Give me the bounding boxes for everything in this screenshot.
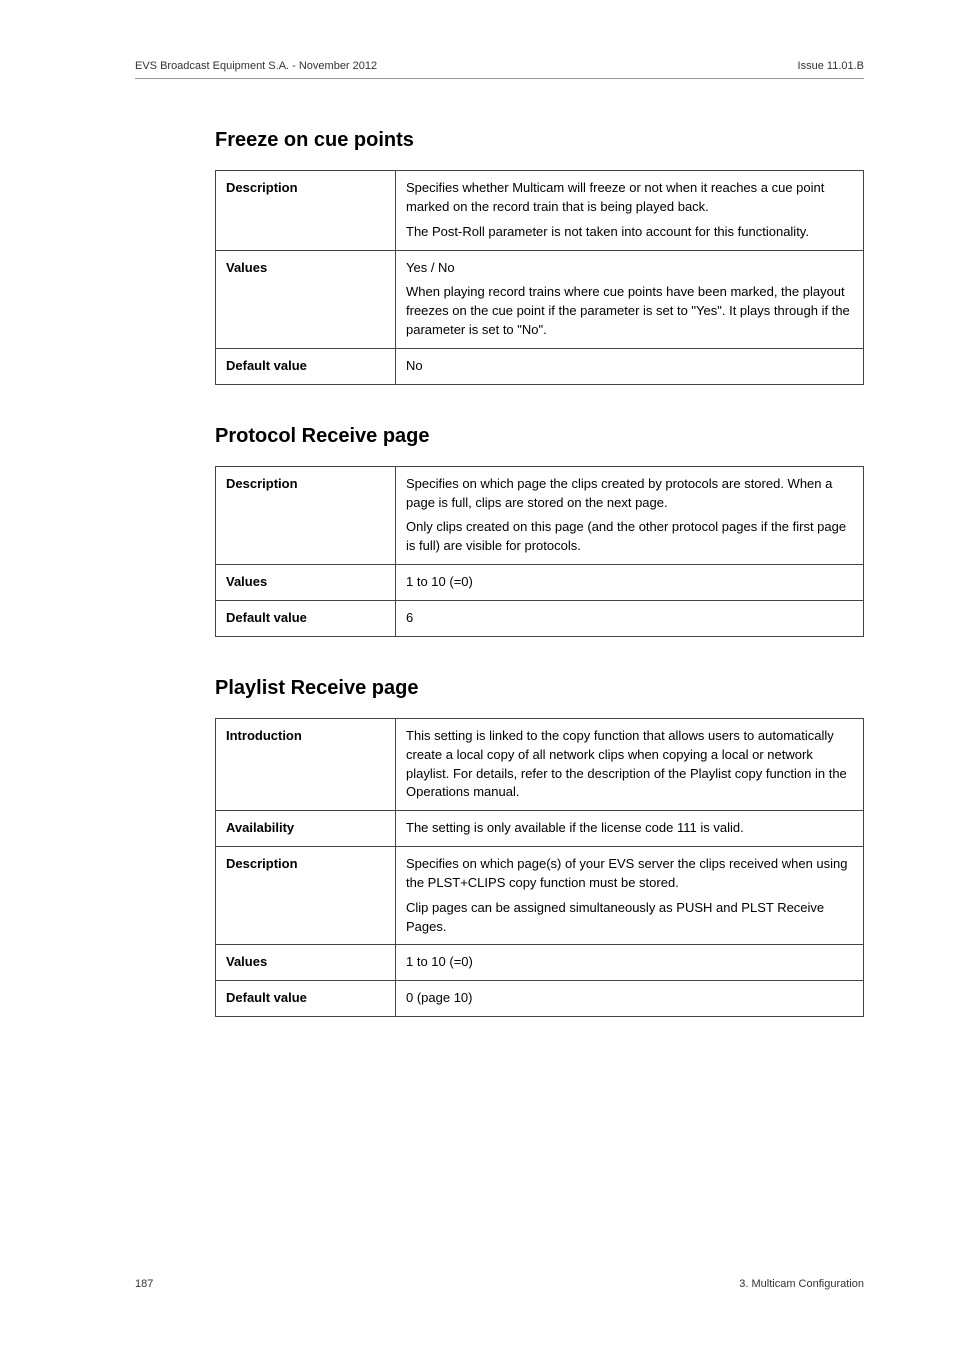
cell-value: Yes / No When playing record trains wher… — [396, 250, 864, 348]
footer-left-page-number: 187 — [135, 1278, 153, 1290]
cell-para: 6 — [406, 609, 853, 628]
param-table-playlist: Introduction This setting is linked to t… — [215, 718, 864, 1017]
param-table-protocol: Description Specifies on which page the … — [215, 466, 864, 637]
cell-key: Default value — [216, 981, 396, 1017]
table-row: Values 1 to 10 (=0) — [216, 945, 864, 981]
table-row: Values Yes / No When playing record trai… — [216, 250, 864, 348]
cell-value: 0 (page 10) — [396, 981, 864, 1017]
cell-para: This setting is linked to the copy funct… — [406, 727, 853, 802]
table-row: Default value 0 (page 10) — [216, 981, 864, 1017]
table-row: Values 1 to 10 (=0) — [216, 565, 864, 601]
table-row: Default value 6 — [216, 600, 864, 636]
table-row: Description Specifies on which page the … — [216, 466, 864, 564]
header-left: EVS Broadcast Equipment S.A. - November … — [135, 60, 377, 72]
cell-key: Introduction — [216, 718, 396, 810]
page-header: EVS Broadcast Equipment S.A. - November … — [135, 60, 864, 79]
cell-value: This setting is linked to the copy funct… — [396, 718, 864, 810]
page-footer: 187 3. Multicam Configuration — [135, 1278, 864, 1290]
cell-value: Specifies whether Multicam will freeze o… — [396, 171, 864, 251]
table-row: Default value No — [216, 348, 864, 384]
cell-value: Specifies on which page the clips create… — [396, 466, 864, 564]
cell-value: 1 to 10 (=0) — [396, 565, 864, 601]
cell-para: No — [406, 357, 853, 376]
cell-key: Description — [216, 171, 396, 251]
cell-key: Values — [216, 945, 396, 981]
cell-key: Description — [216, 466, 396, 564]
param-table-freeze: Description Specifies whether Multicam w… — [215, 170, 864, 385]
section-heading-playlist: Playlist Receive page — [215, 677, 864, 700]
cell-value: 6 — [396, 600, 864, 636]
table-row: Introduction This setting is linked to t… — [216, 718, 864, 810]
cell-key: Description — [216, 847, 396, 945]
cell-key: Availability — [216, 811, 396, 847]
cell-key: Default value — [216, 348, 396, 384]
cell-para: When playing record trains where cue poi… — [406, 283, 853, 340]
cell-para: Specifies on which page the clips create… — [406, 475, 853, 513]
cell-para: Yes / No — [406, 259, 853, 278]
cell-value: 1 to 10 (=0) — [396, 945, 864, 981]
section-heading-protocol: Protocol Receive page — [215, 425, 864, 448]
cell-value: Specifies on which page(s) of your EVS s… — [396, 847, 864, 945]
cell-para: Specifies whether Multicam will freeze o… — [406, 179, 853, 217]
section-heading-freeze: Freeze on cue points — [215, 129, 864, 152]
cell-para: Specifies on which page(s) of your EVS s… — [406, 855, 853, 893]
cell-para: 0 (page 10) — [406, 989, 853, 1008]
table-row: Description Specifies on which page(s) o… — [216, 847, 864, 945]
cell-para: The Post-Roll parameter is not taken int… — [406, 223, 853, 242]
cell-para: 1 to 10 (=0) — [406, 573, 853, 592]
cell-key: Values — [216, 250, 396, 348]
page-content: Freeze on cue points Description Specifi… — [215, 129, 864, 1017]
cell-value: The setting is only available if the lic… — [396, 811, 864, 847]
cell-para: Clip pages can be assigned simultaneousl… — [406, 899, 853, 937]
cell-key: Default value — [216, 600, 396, 636]
cell-para: The setting is only available if the lic… — [406, 819, 853, 838]
cell-para: Only clips created on this page (and the… — [406, 518, 853, 556]
table-row: Description Specifies whether Multicam w… — [216, 171, 864, 251]
cell-value: No — [396, 348, 864, 384]
header-right: Issue 11.01.B — [798, 60, 864, 72]
cell-para: 1 to 10 (=0) — [406, 953, 853, 972]
cell-key: Values — [216, 565, 396, 601]
footer-right-section: 3. Multicam Configuration — [739, 1278, 864, 1290]
table-row: Availability The setting is only availab… — [216, 811, 864, 847]
